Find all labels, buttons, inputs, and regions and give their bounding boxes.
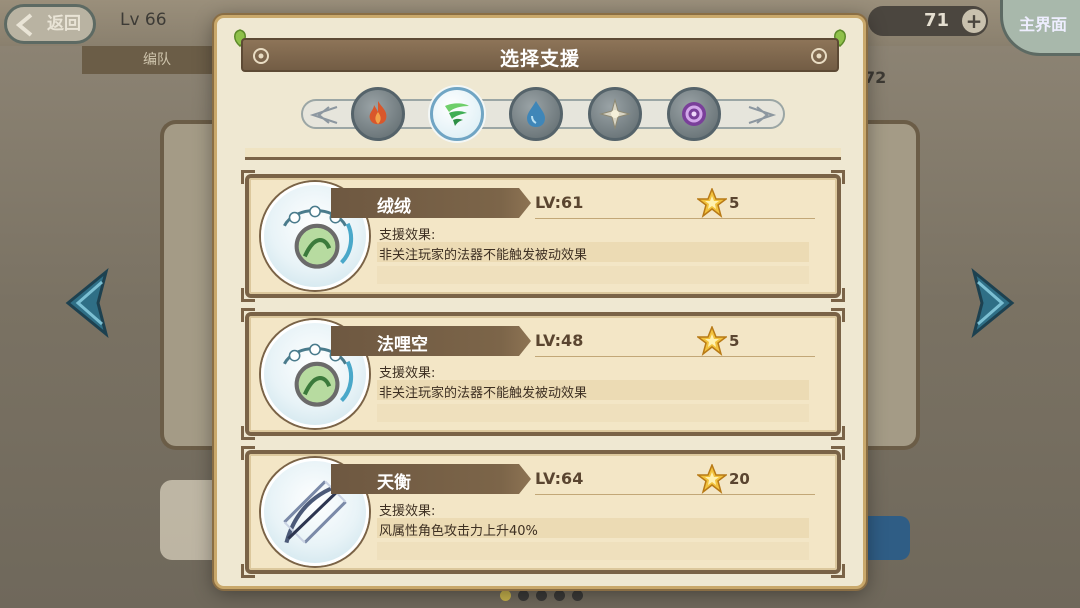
effect-text: 非关注玩家的法器不能触发被动效果 [379,248,588,263]
support-name: 天衡 [377,473,411,493]
name-banner [331,188,531,218]
support-level: LV:64 [535,469,584,488]
dialog-title: 选择支援 [499,48,580,70]
star-badge-icon [697,464,727,494]
support-name: 法哩空 [377,335,428,355]
support-name: 绒绒 [377,197,411,217]
divider [535,494,815,495]
tab-light-element[interactable] [588,87,642,141]
divider [535,218,815,219]
card-corner [241,426,255,440]
prev-arrow-icon[interactable] [62,268,116,338]
support-card[interactable]: 天衡 LV:64 20 支援效果: 风属性角色攻击力上升40% [241,446,845,578]
divider [535,356,815,357]
effect-box-extra [377,266,809,284]
page-indicator [500,590,583,601]
list-item-partial [245,148,841,160]
resource-value: 71 [924,10,950,31]
wind-element-icon [445,103,469,126]
support-card[interactable]: 法哩空 LV:48 5 支援效果: 非关注玩家的法器不能触发被动效果 [241,308,845,440]
support-list: 绒绒 LV:61 5 支援效果: 非关注玩家的法器不能触发被动效果 法哩空 LV… [217,148,863,586]
back-button[interactable]: 返回 [4,4,96,44]
flourish-icon [811,48,827,64]
rail-end-icon [748,106,777,124]
select-support-dialog: 选择支援 绒绒 LV:61 5 支援效果: 非关注玩家的法器不能触发被动效果 法… [214,15,866,589]
tab-team[interactable]: 编队 [82,46,232,74]
back-label: 返回 [47,14,81,34]
effect-text: 风属性角色攻击力上升40% [379,524,538,539]
page-dot[interactable] [554,590,565,601]
fire-element-icon [369,101,387,125]
tab-water-element[interactable] [509,87,563,141]
resource-counter: 71 + [868,6,988,36]
background-number: 72 [864,68,887,87]
card-corner [831,564,845,578]
name-banner [331,464,531,494]
page-dot[interactable] [518,590,529,601]
effect-box-extra [377,542,809,560]
page-dot[interactable] [536,590,547,601]
card-corner [241,170,255,184]
tab-fire-element[interactable] [351,87,405,141]
star-badge-icon [697,188,727,218]
support-star-count: 20 [729,470,750,488]
card-corner [241,446,255,460]
effect-box-extra [377,404,809,422]
effect-label: 支援效果: [379,504,436,519]
tab-dark-element[interactable] [667,87,721,141]
card-corner [831,288,845,302]
dark-element-icon [682,102,706,126]
card-corner [831,426,845,440]
card-corner [831,170,845,184]
support-level: LV:48 [535,331,584,350]
support-level: LV:61 [535,193,584,212]
card-corner [831,446,845,460]
dialog-title-bar: 选择支援 [241,38,839,72]
add-resource-button[interactable]: + [962,9,986,33]
page-dot[interactable] [572,590,583,601]
effect-label: 支援效果: [379,366,436,381]
support-card[interactable]: 绒绒 LV:61 5 支援效果: 非关注玩家的法器不能触发被动效果 [241,170,845,302]
light-element-icon [599,98,631,130]
back-arrow-icon [15,13,33,37]
support-star-count: 5 [729,332,740,350]
water-element-icon [527,101,545,127]
card-corner [241,288,255,302]
star-badge-icon [697,326,727,356]
card-corner [241,564,255,578]
rail-end-icon [309,106,338,124]
support-star-count: 5 [729,194,740,212]
next-arrow-icon[interactable] [964,268,1018,338]
name-banner [331,326,531,356]
effect-label: 支援效果: [379,228,436,243]
card-corner [241,308,255,322]
page-dot[interactable] [500,590,511,601]
player-level: Lv 66 [120,10,167,30]
tab-wind-element[interactable] [430,87,484,141]
effect-text: 非关注玩家的法器不能触发被动效果 [379,386,588,401]
card-corner [831,308,845,322]
